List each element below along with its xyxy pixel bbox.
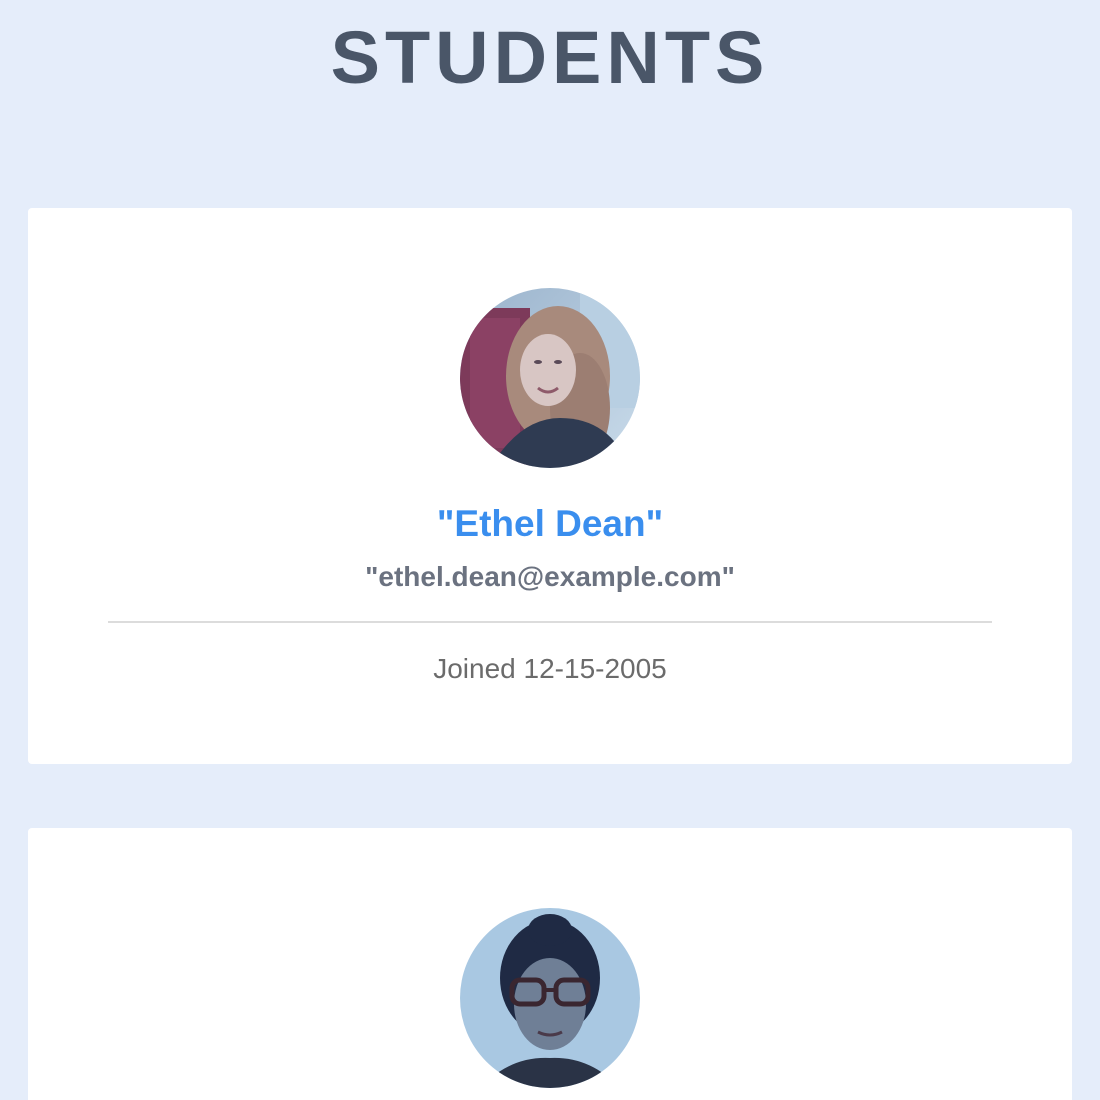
student-card[interactable]: "Ethel Dean" "ethel.dean@example.com" Jo… [28, 208, 1072, 764]
student-email[interactable]: "ethel.dean@example.com" [28, 560, 1072, 594]
page-title: STUDENTS [330, 16, 770, 99]
student-photo-icon [460, 288, 640, 468]
student-name[interactable]: "Ethel Dean" [28, 502, 1072, 546]
joined-info: Joined 12-15-2005 [28, 652, 1072, 686]
student-photo-icon [460, 908, 640, 1088]
student-avatar [460, 908, 640, 1088]
card-divider [108, 621, 992, 623]
student-avatar [460, 288, 640, 468]
joined-date: 12-15-2005 [523, 653, 667, 684]
students-page: STUDENTS "Ethel Dean" "ethel.dean@exampl… [0, 0, 1100, 1100]
joined-label: Joined [433, 653, 516, 684]
student-card[interactable] [28, 828, 1072, 1100]
